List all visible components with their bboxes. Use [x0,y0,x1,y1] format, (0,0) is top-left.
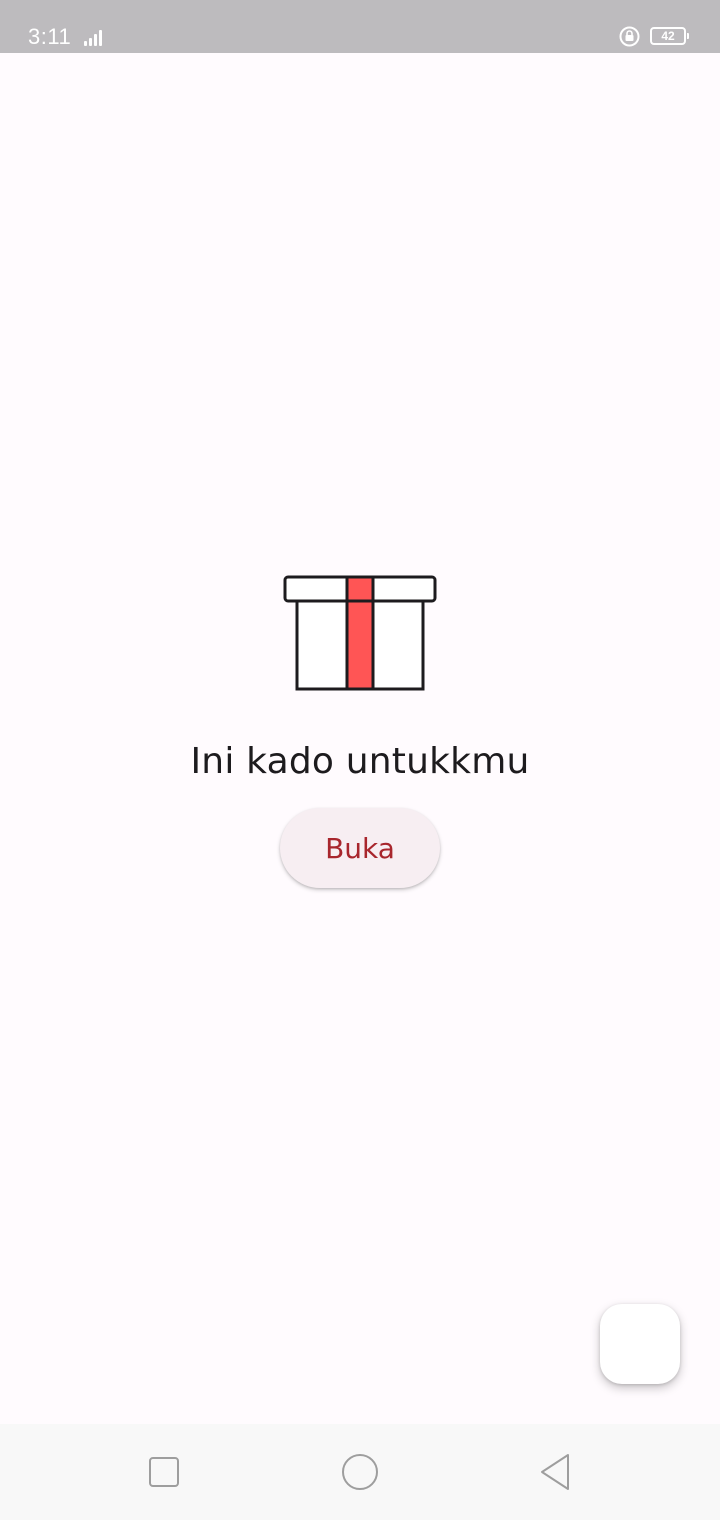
status-time: 3:11 [28,24,72,49]
headline: Ini kado untukkmu [190,741,530,782]
recent-apps-icon [149,1457,179,1487]
home-icon [342,1454,378,1490]
home-button[interactable] [315,1424,405,1520]
battery-tip [687,33,689,39]
recent-apps-button[interactable] [119,1424,209,1520]
rotation-lock-icon [619,26,640,47]
back-icon [541,1454,569,1490]
navigation-bar [0,1424,720,1520]
gift-box-icon [283,575,437,691]
open-button[interactable]: Buka [280,808,440,888]
status-bar: 3:11 42 [0,0,720,53]
signal-icon [84,28,106,46]
floating-action-button[interactable] [600,1304,680,1384]
back-button[interactable] [510,1424,600,1520]
battery-icon: 42 [650,27,686,45]
